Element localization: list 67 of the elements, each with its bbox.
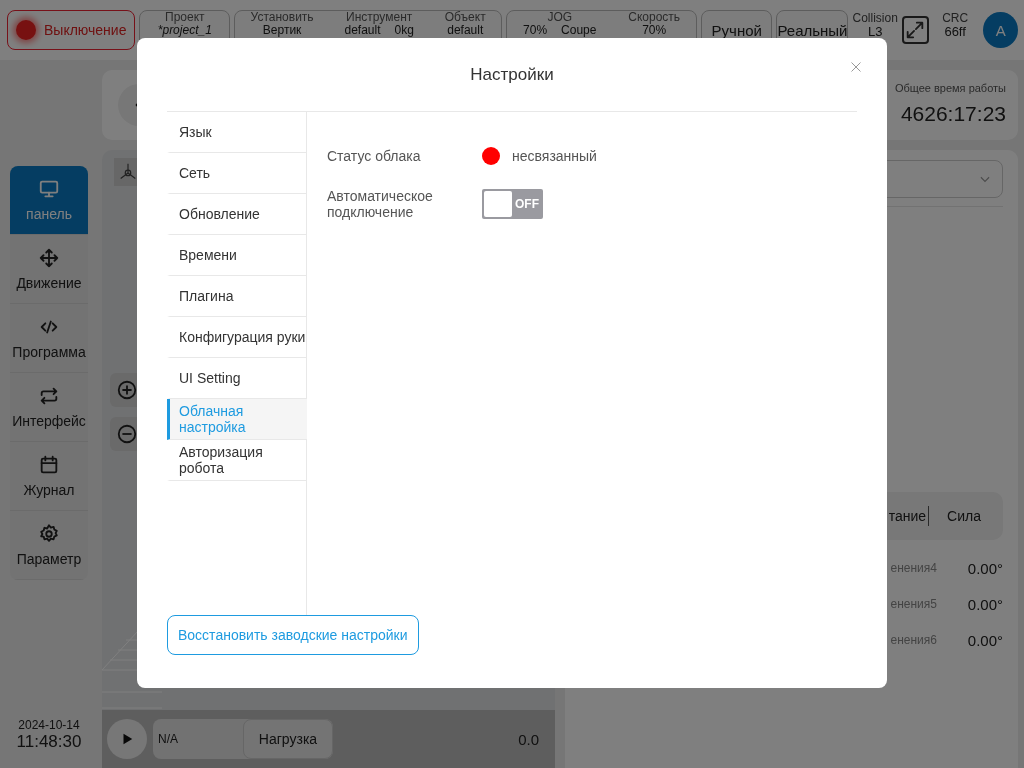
- toggle-switch[interactable]: OFF: [482, 189, 543, 219]
- play-button[interactable]: [107, 719, 147, 759]
- status-label: Скорость: [628, 11, 681, 24]
- status-value: 70%: [642, 24, 667, 37]
- status-label: JOG: [547, 11, 573, 24]
- status-value: Вертик: [262, 24, 302, 37]
- payload-value: N/A: [158, 732, 178, 746]
- status-value: 0kg: [394, 24, 414, 37]
- fullscreen-button[interactable]: [901, 16, 929, 44]
- status-label: Проект: [165, 11, 205, 24]
- status-value: Coupe: [561, 24, 597, 37]
- field-label: Автоматическое подключение: [327, 188, 434, 220]
- menu-item[interactable]: Сеть: [167, 153, 307, 194]
- crc-value: 66ff: [944, 25, 966, 38]
- menu-item[interactable]: Облачная настройка: [167, 399, 307, 440]
- time-text: 11:48:30: [15, 732, 83, 752]
- close-icon: [850, 61, 862, 73]
- zoom-out-icon: [116, 423, 138, 445]
- nav-item[interactable]: Журнал: [10, 442, 88, 511]
- payload-button[interactable]: Нагрузка: [243, 719, 333, 759]
- nav-item[interactable]: Программа: [10, 304, 88, 373]
- tab[interactable]: тание: [888, 501, 927, 531]
- dialog-title: Настройки: [470, 64, 554, 85]
- runtime-value: 4626:17:23: [900, 102, 1006, 126]
- avatar[interactable]: A: [983, 12, 1018, 48]
- payload-field[interactable]: N/A Нагрузка: [153, 719, 333, 759]
- status-value: default: [447, 24, 484, 37]
- nav-item[interactable]: Интерфейс: [10, 373, 88, 442]
- collision-label: Collision: [852, 12, 898, 25]
- joint-value: 0.00°: [967, 595, 1003, 613]
- joint-value: 0.00°: [967, 559, 1003, 577]
- field-label: Статус облака: [327, 148, 422, 164]
- runtime-label: Общее время работы: [894, 82, 1006, 94]
- joint-label: енения4: [890, 561, 937, 575]
- monitor-icon: [38, 178, 60, 200]
- menu-item[interactable]: Конфигурация руки: [167, 317, 307, 358]
- joint-label: енения6: [890, 633, 937, 647]
- crc-label: CRC: [942, 12, 969, 25]
- joint-value: 0.00°: [967, 631, 1003, 649]
- move-arrows-icon: [38, 247, 60, 269]
- menu-item[interactable]: Обновление: [167, 194, 307, 235]
- status-text: несвязанный: [512, 148, 597, 164]
- status-value: *project_1: [157, 24, 212, 37]
- menu-item[interactable]: Язык: [167, 112, 307, 153]
- speed-value: 0.0: [518, 730, 539, 748]
- settings-icon: [38, 523, 60, 545]
- menu-item[interactable]: Плагина: [167, 276, 307, 317]
- reset-button[interactable]: Восстановить заводские настройки: [167, 615, 419, 655]
- joint-label: енения5: [890, 597, 937, 611]
- tab[interactable]: Сила: [947, 501, 981, 531]
- close-button[interactable]: [849, 60, 863, 74]
- power-button[interactable]: Выключение: [7, 10, 136, 50]
- menu-item[interactable]: Времени: [167, 235, 307, 276]
- date-text: 2024-10-14: [17, 718, 81, 732]
- collision-value: L3: [867, 25, 883, 38]
- nav-item[interactable]: панель: [10, 166, 88, 235]
- zoom-in-icon: [116, 379, 138, 401]
- status-label: Установить: [250, 11, 314, 24]
- menu-item[interactable]: Авторизация робота: [167, 440, 307, 481]
- nav-item[interactable]: Параметр: [10, 511, 88, 580]
- swap-arrows-icon: [38, 385, 60, 407]
- nav-item[interactable]: Движение: [10, 235, 88, 304]
- status-value: 70%: [523, 24, 548, 37]
- calendar-icon: [38, 454, 60, 476]
- status-label: Объект: [444, 11, 486, 24]
- status-value: default: [344, 24, 381, 37]
- status-label: Инструмент: [346, 11, 413, 24]
